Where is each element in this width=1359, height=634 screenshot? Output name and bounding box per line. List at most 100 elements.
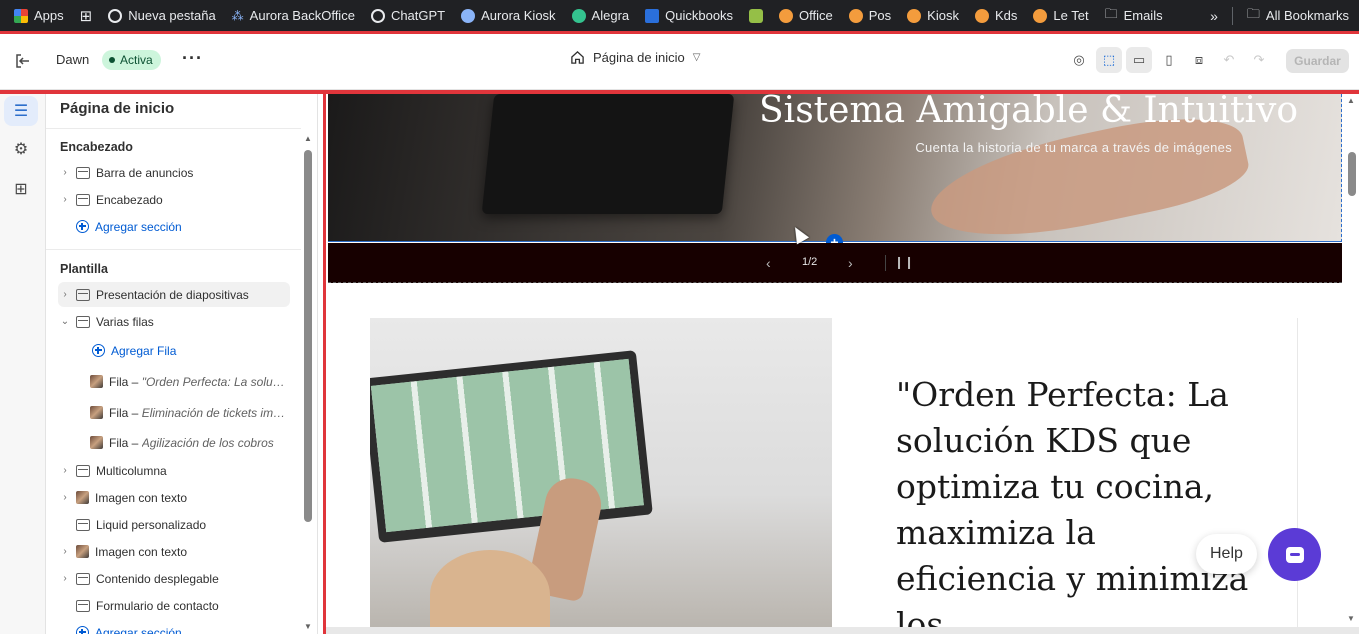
select-tool-icon[interactable]: ⬚ [1096,47,1122,73]
bookmark-kds[interactable]: Kds [974,8,1017,23]
image-thumbnail-icon [90,375,103,388]
letet-icon [1033,8,1048,23]
kds-icon [974,8,989,23]
help-button[interactable]: Help [1196,534,1257,574]
slideshow-controls: ‹ 1/2 › ❙❙ [328,243,1342,283]
chat-icon [1285,546,1304,563]
section-item-slideshow[interactable]: › Presentación de diapositivas [58,282,290,307]
bookmark-kiosk[interactable]: Kiosk [907,8,959,23]
sections-icon[interactable]: ☰ [4,96,38,126]
section-item-image-with-text[interactable]: › Imagen con texto [58,485,290,510]
save-button[interactable]: Guardar [1286,49,1349,73]
section-icon [76,193,90,206]
bookmark-shopify[interactable] [749,8,764,23]
alegra-icon [571,8,586,23]
kds-monitor [370,350,653,543]
more-options-icon[interactable]: ··· [182,48,203,69]
chat-launcher-button[interactable] [1268,528,1321,581]
theme-name: Dawn [56,52,90,67]
block-item-row-1[interactable]: Fila – "Orden Perfecta: La solución KDS … [86,369,290,394]
fullwidth-view-icon[interactable]: ⧈ [1186,47,1212,73]
section-icon [76,315,90,328]
storefront-preview[interactable]: Sistema Amigable & Intuitivo Cuenta la h… [323,94,1359,634]
theme-settings-icon[interactable]: ⚙ [4,134,38,164]
all-bookmarks[interactable]: 🗀 All Bookmarks [1247,5,1349,27]
sidebar-scrollbar[interactable]: ▲ ▼ [304,134,312,631]
bookmark-emails[interactable]: 🗀 Emails [1105,5,1163,27]
quickbooks-icon [645,8,660,23]
bookmark-nueva-pestana[interactable]: Nueva pestaña [108,8,216,23]
scroll-down-icon[interactable]: ▼ [304,622,312,631]
preview-scrollbar[interactable]: ▲ ▼ [1344,94,1359,628]
chevron-overflow-icon[interactable]: » [1210,8,1218,24]
preview-scrollbar-thumb[interactable] [1348,152,1356,196]
grid-icon: ⊞ [79,7,93,25]
bookmark-apps[interactable]: Apps [14,8,64,23]
chevron-right-icon[interactable]: › [58,194,72,205]
chevron-left-icon[interactable]: ‹ [766,255,771,271]
section-item-multirow[interactable]: ⌄ Varias filas [58,309,290,334]
bookmark-chatgpt[interactable]: ChatGPT [370,8,445,23]
add-circle-icon [76,626,89,634]
kiosk-icon [907,8,922,23]
scroll-up-icon[interactable]: ▲ [1347,96,1355,105]
cook-shape [430,550,550,634]
undo-icon[interactable]: ↶ [1216,47,1242,73]
bookmark-pos[interactable]: Pos [848,8,891,23]
bookmark-aurora-backoffice[interactable]: ⁂ Aurora BackOffice [232,8,355,23]
section-item-custom-liquid[interactable]: Liquid personalizado [58,512,290,537]
row-image-kds [370,318,832,634]
block-item-row-2[interactable]: Fila – Eliminación de tickets impresos..… [86,400,290,425]
image-thumbnail-icon [76,491,89,504]
add-section-template-link[interactable]: Agregar sección [76,620,308,634]
section-item-announcement-bar[interactable]: › Barra de anuncios [58,160,290,185]
chevron-right-icon[interactable]: › [58,465,72,476]
bookmark-aurora-kiosk[interactable]: Aurora Kiosk [461,8,556,23]
row-heading: "Orden Perfecta: La solución KDS que opt… [896,375,1249,634]
chevron-right-icon[interactable]: › [848,255,853,271]
divider [46,128,301,129]
mobile-view-icon[interactable]: ▯ [1156,47,1182,73]
chevron-right-icon[interactable]: › [58,289,72,300]
section-item-multicolumn[interactable]: › Multicolumna [58,458,290,483]
globe-icon [108,8,123,23]
chevron-right-icon[interactable]: › [58,546,72,557]
page-selector[interactable]: Página de inicio ▽ [570,50,701,65]
scroll-down-icon[interactable]: ▼ [1347,614,1355,623]
add-circle-icon [76,220,89,233]
bookmark-alegra[interactable]: Alegra [571,8,629,23]
template-group-heading: Plantilla [60,262,108,276]
section-item-contact-form[interactable]: Formulario de contacto [58,593,290,618]
section-icon [76,166,90,179]
redo-icon[interactable]: ↷ [1246,47,1272,73]
add-row-link[interactable]: Agregar Fila [92,338,317,363]
left-rail: ☰ ⚙ ⊞ [0,94,46,634]
bookmark-grid[interactable]: ⊞ [80,7,93,25]
bookmark-quickbooks[interactable]: Quickbooks [645,8,733,23]
bookmark-office[interactable]: Office [779,8,833,23]
bookmark-letet[interactable]: Le Tet [1033,8,1089,23]
section-item-header[interactable]: › Encabezado [58,187,290,212]
apps-blocks-icon[interactable]: ⊞ [4,174,38,204]
add-section-header-link[interactable]: Agregar sección [76,214,308,239]
editor-topbar: Dawn Activa ··· Página de inicio ▽ ◎ ⬚ ▭… [0,34,1359,90]
chevron-down-icon[interactable]: ⌄ [58,316,72,327]
apps-grid-icon [14,8,28,23]
office-icon [779,8,794,23]
section-item-collapsible-content[interactable]: › Contenido desplegable [58,566,290,591]
scroll-up-icon[interactable]: ▲ [304,134,312,143]
block-item-row-3[interactable]: Fila – Agilización de los cobros [86,430,290,455]
chevron-right-icon[interactable]: › [58,167,72,178]
pause-icon[interactable]: ❙❙ [885,255,914,271]
exit-icon[interactable] [14,52,32,70]
chevron-right-icon[interactable]: › [58,492,72,503]
slideshow-icon [76,288,90,301]
section-item-image-with-text-2[interactable]: › Imagen con texto [58,539,290,564]
desktop-view-icon[interactable]: ▭ [1126,47,1152,73]
inspector-icon[interactable]: ◎ [1066,47,1092,73]
sidebar-scrollbar-thumb[interactable] [304,150,312,522]
folder-icon: 🗀 [1246,5,1260,21]
chevron-right-icon[interactable]: › [58,573,72,584]
chevron-down-icon: ▽ [692,52,701,63]
add-circle-icon [92,344,105,357]
